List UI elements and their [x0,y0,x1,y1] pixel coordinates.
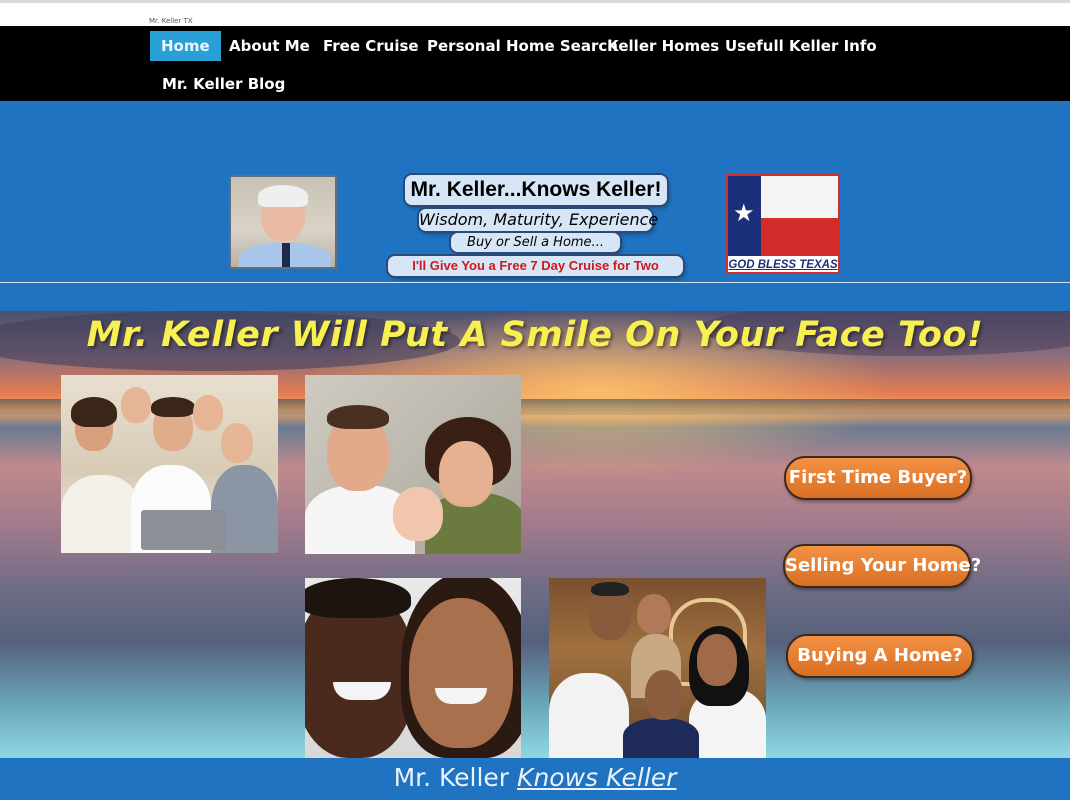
header-subtitle: Wisdom, Maturity, Experience [419,209,659,231]
site-tag: Mr. Keller TX [149,17,193,25]
header-divider [0,282,1070,283]
nav-item-keller-homes[interactable]: Keller Homes [596,31,730,61]
footer-link[interactable]: Knows Keller [517,763,676,792]
nav-item-about-me[interactable]: About Me [218,31,321,61]
cruise-offer: I'll Give You a Free 7 Day Cruise for Tw… [388,256,683,276]
footer-text: Mr. Keller Knows Keller [0,763,1070,792]
family-photo-1 [61,375,278,553]
nav-item-mr-keller-blog[interactable]: Mr. Keller Blog [151,69,296,99]
portrait-hair [258,185,308,207]
hero-section: Mr. Keller Will Put A Smile On Your Face… [0,311,1070,758]
hero-headline: Mr. Keller Will Put A Smile On Your Face… [86,315,984,355]
first-time-buyer-button[interactable]: First Time Buyer? [784,456,972,500]
top-border [0,0,1070,3]
header-title: Mr. Keller...Knows Keller! [405,175,667,205]
nav-item-free-cruise[interactable]: Free Cruise [312,31,430,61]
couple-photo [305,578,521,758]
star-icon: ★ [733,200,755,227]
header-tagline: Buy or Sell a Home... [451,233,620,252]
family-photo-2 [305,375,521,554]
nav-item-usefull-keller-info[interactable]: Usefull Keller Info [714,31,888,61]
nav-item-home[interactable]: Home [150,31,221,61]
header-banner: Mr. Keller...Knows Keller! Wisdom, Matur… [0,101,1070,311]
selling-your-home-button[interactable]: Selling Your Home? [783,544,981,588]
footer-label: Mr. Keller [393,763,510,792]
main-nav: Home About Me Free Cruise Personal Home … [0,26,1070,101]
flag-caption: GOD BLESS TEXAS [728,256,838,272]
agent-portrait [229,175,337,269]
flag-white-stripe [761,176,838,218]
footer-bar: Mr. Keller Knows Keller [0,758,1070,800]
buying-a-home-button[interactable]: Buying A Home? [786,634,974,678]
portrait-tie [282,243,290,267]
family-photo-3 [549,578,766,758]
texas-flag-logo: ★ GOD BLESS TEXAS [726,174,840,274]
flag-red-stripe [761,218,838,256]
